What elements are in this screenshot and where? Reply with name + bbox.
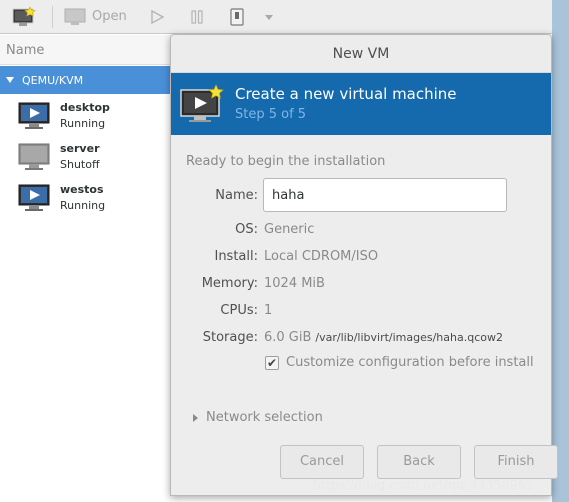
new-vm-button[interactable] — [6, 4, 42, 30]
vm-name: desktop — [60, 101, 110, 114]
vm-status: Running — [60, 199, 106, 212]
cpus-row: CPUs: 1 — [171, 300, 551, 320]
run-button[interactable] — [144, 4, 170, 30]
vm-row-westos[interactable]: westos Running — [18, 179, 168, 217]
play-icon — [151, 9, 165, 24]
main-toolbar: Open — [0, 0, 569, 34]
cpus-label: CPUs: — [220, 302, 258, 318]
cancel-button[interactable]: Cancel — [280, 445, 364, 479]
storage-size: 6.0 GiB — [264, 329, 312, 345]
cpus-value: 1 — [264, 302, 273, 318]
banner-step: Step 5 of 5 — [235, 107, 307, 122]
install-label: Install: — [214, 248, 258, 264]
toolbar-separator — [52, 5, 53, 28]
monitor-icon — [64, 8, 86, 25]
new-vm-dialog: New VM Create a new virtual machine Step… — [170, 34, 558, 496]
os-label: OS: — [235, 221, 258, 237]
expander-right-icon — [193, 413, 198, 422]
os-value: Generic — [264, 221, 315, 237]
customize-label: Customize configuration before install — [286, 355, 534, 370]
vm-status: Running — [60, 117, 106, 130]
new-vm-icon — [12, 5, 36, 26]
open-label: Open — [92, 9, 127, 24]
background-window-edge — [552, 0, 569, 502]
vm-name: westos — [60, 183, 104, 196]
back-button[interactable]: Back — [377, 445, 461, 479]
chevron-down-icon — [264, 14, 273, 20]
shutdown-menu-button[interactable] — [258, 4, 280, 30]
storage-path: /var/lib/libvirt/images/haha.qcow2 — [315, 330, 503, 344]
vm-status: Shutoff — [60, 158, 100, 171]
vm-row-server[interactable]: server Shutoff — [18, 138, 168, 176]
storage-row: Storage: 6.0 GiB /var/lib/libvirt/images… — [171, 327, 551, 347]
name-label: Name: — [215, 187, 258, 203]
dialog-title: New VM — [171, 35, 551, 73]
new-vm-icon — [180, 84, 224, 122]
pause-icon — [191, 9, 203, 24]
power-icon — [230, 7, 244, 26]
install-value: Local CDROM/ISO — [264, 248, 379, 264]
connection-row-qemu[interactable]: QEMU/KVM — [0, 66, 175, 94]
vm-name-input[interactable] — [263, 178, 507, 212]
name-column-header[interactable]: Name — [0, 35, 175, 65]
pause-button[interactable] — [184, 4, 210, 30]
customize-checkbox[interactable]: ✔ — [265, 355, 279, 370]
memory-label: Memory: — [201, 275, 258, 291]
vm-running-icon — [18, 102, 50, 129]
vm-shutoff-icon — [18, 143, 50, 170]
network-selection-expander[interactable]: Network selection — [193, 410, 323, 425]
storage-label: Storage: — [202, 329, 258, 345]
expander-down-icon[interactable] — [6, 77, 14, 83]
install-row: Install: Local CDROM/ISO — [171, 246, 551, 266]
watermark: https://blog.csdn.net/qq_43358961 — [313, 478, 534, 492]
memory-value: 1024 MiB — [264, 275, 325, 291]
wizard-banner: Create a new virtual machine Step 5 of 5 — [171, 73, 551, 135]
finish-button[interactable]: Finish — [474, 445, 558, 479]
memory-row: Memory: 1024 MiB — [171, 273, 551, 293]
banner-title: Create a new virtual machine — [235, 85, 457, 103]
os-row: OS: Generic — [171, 219, 551, 239]
open-button[interactable]: Open — [59, 4, 132, 30]
connection-label: QEMU/KVM — [22, 73, 84, 87]
network-selection-label: Network selection — [206, 410, 323, 425]
vm-name: server — [60, 142, 100, 155]
customize-checkbox-row[interactable]: ✔ Customize configuration before install — [265, 355, 534, 370]
vm-row-desktop[interactable]: desktop Running — [18, 97, 168, 135]
vm-running-icon — [18, 184, 50, 211]
shutdown-button[interactable] — [224, 4, 250, 30]
ready-text: Ready to begin the installation — [186, 154, 386, 169]
